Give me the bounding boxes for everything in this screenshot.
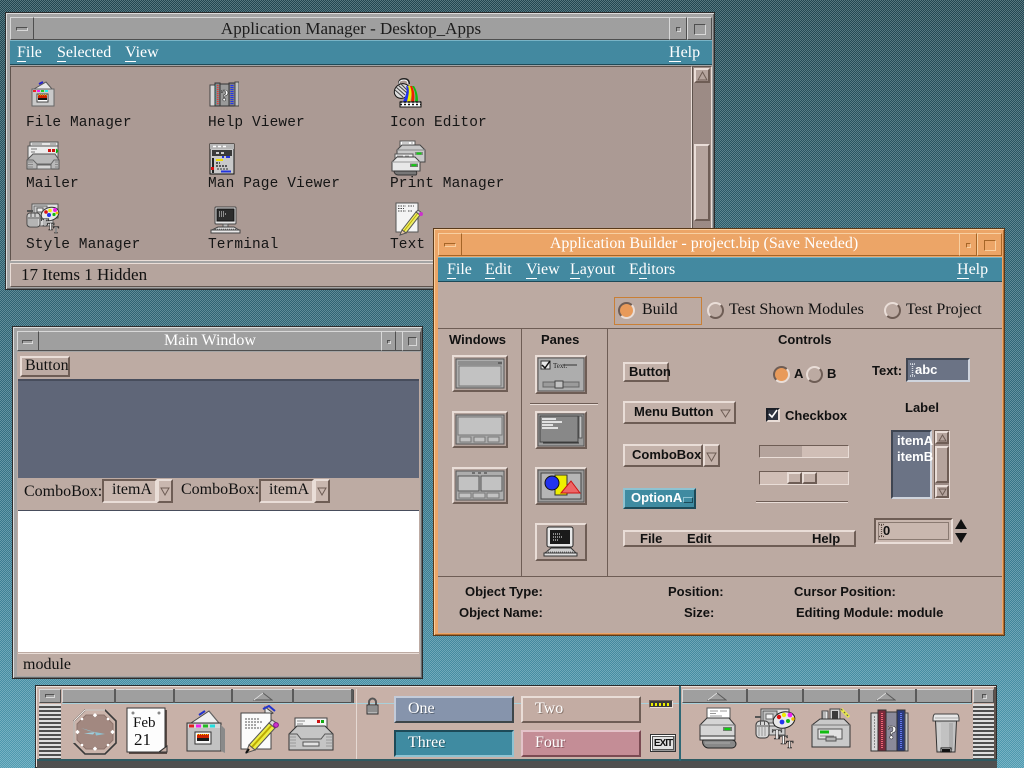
svg-text:Text:: Text: <box>553 362 567 370</box>
svg-text:T: T <box>53 225 59 235</box>
svg-text:?: ? <box>887 722 897 744</box>
svg-text:?: ? <box>221 86 230 105</box>
svg-text:21: 21 <box>134 730 151 749</box>
svg-text:T: T <box>786 739 794 751</box>
svg-text:Feb: Feb <box>133 715 156 731</box>
